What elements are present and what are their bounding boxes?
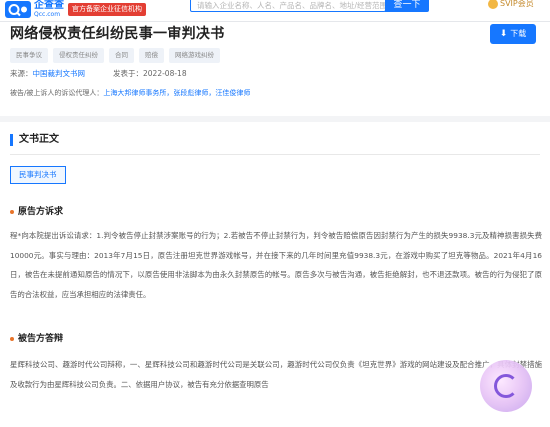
section-title: 文书正文 <box>10 134 59 146</box>
official-badge: 官方备案企业征信机构 <box>68 3 146 16</box>
tag-item[interactable]: 民事争议 <box>10 48 48 63</box>
publish-date: 2022-08-18 <box>143 69 187 78</box>
download-icon: ⬇ <box>499 29 508 39</box>
document-meta: 来源：中国裁判文书网 发表于：2022-08-18 <box>10 68 187 80</box>
tag-list: 民事争议 侵权责任纠纷 合同 赔偿 网络游戏纠纷 <box>10 48 220 63</box>
logo-subtext: Qcc.com <box>34 11 61 18</box>
qcc-logo-icon[interactable] <box>4 0 32 20</box>
divider <box>10 154 540 155</box>
document-body: 文书正文 民事判决书 原告方诉求 程*向本院提出诉讼请求：1.判令被告停止封禁涉… <box>0 122 550 427</box>
svip-label: SVIP会员 <box>500 0 534 8</box>
bullet-icon <box>10 209 14 214</box>
tag-item[interactable]: 合同 <box>109 48 134 63</box>
plaintiff-claims-text: 程*向本院提出诉讼请求：1.判令被告停止封禁涉案账号的行为；2.若被告不停止封禁… <box>10 231 542 299</box>
top-bar: 企查查 Qcc.com 官方备案企业征信机构 请输入企业名称、人名、产品名、品牌… <box>0 0 550 22</box>
search-input[interactable]: 请输入企业名称、人名、产品名、品牌名、地址/经营范围等 <box>190 0 386 12</box>
source-label: 来源： <box>10 69 33 78</box>
search-button[interactable]: 查一下 <box>385 0 429 12</box>
tag-item[interactable]: 网络游戏纠纷 <box>169 48 220 63</box>
download-button[interactable]: ⬇ 下载 <box>490 24 536 44</box>
tag-item[interactable]: 赔偿 <box>139 48 164 63</box>
tag-item[interactable]: 侵权责任纠纷 <box>53 48 104 63</box>
svip-link[interactable]: SVIP会员 <box>488 0 534 9</box>
download-label: 下载 <box>510 29 527 38</box>
defendant-heading: 被告方答辩 <box>10 333 63 345</box>
floating-assistant-icon[interactable] <box>480 360 532 412</box>
parties-label: 被告/被上诉人的诉讼代理人： <box>10 89 104 97</box>
plaintiff-heading: 原告方诉求 <box>10 206 63 218</box>
crown-icon <box>488 0 498 9</box>
publish-label: 发表于： <box>113 69 143 78</box>
bullet-icon <box>10 336 14 341</box>
parties-row: 被告/被上诉人的诉讼代理人：上海大邦律师事务所，张段彪律师，汪佳俊律师 <box>10 87 250 99</box>
page-title: 网络侵权责任纠纷民事一审判决书 <box>10 26 225 42</box>
tab-civil-judgment[interactable]: 民事判决书 <box>10 166 66 184</box>
document-header: 网络侵权责任纠纷民事一审判决书 ⬇ 下载 民事争议 侵权责任纠纷 合同 赔偿 网络… <box>0 22 550 116</box>
logo-text: 企查查 <box>34 0 64 11</box>
parties-links[interactable]: 上海大邦律师事务所，张段彪律师，汪佳俊律师 <box>103 89 250 97</box>
source-link[interactable]: 中国裁判文书网 <box>33 69 86 78</box>
defendant-reply-text: 星辉科技公司、趣游时代公司辩称，一、星辉科技公司和趣游时代公司是关联公司，趣游时… <box>10 360 542 389</box>
